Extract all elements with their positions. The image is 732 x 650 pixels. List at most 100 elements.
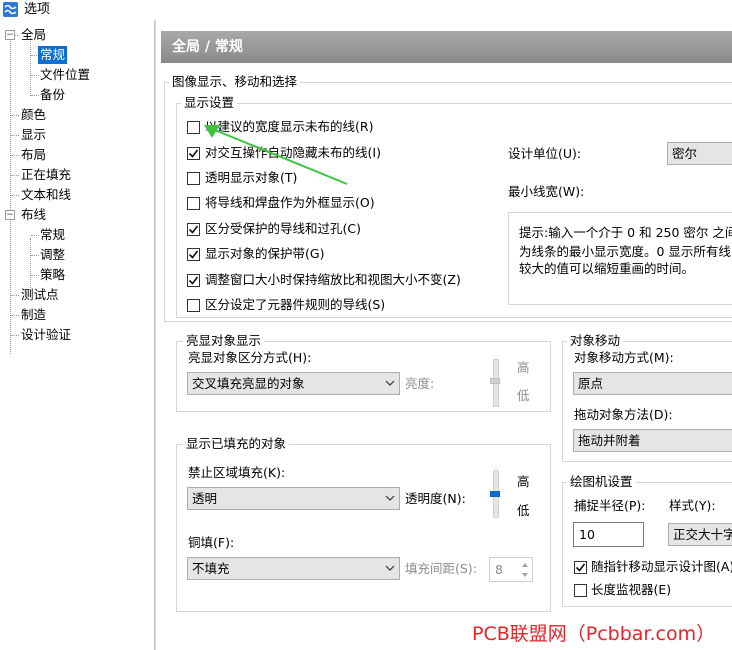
tree-label: 测试点	[21, 287, 59, 302]
area-fill-select[interactable]: 透明	[187, 487, 400, 510]
checkbox-protected-traces-vias[interactable]	[187, 223, 200, 236]
chevron-down-icon	[385, 495, 395, 501]
snap-radius-input[interactable]: 10	[573, 522, 644, 547]
window-title: 选项	[24, 2, 51, 17]
checkbox-component-rule-traces[interactable]	[187, 299, 200, 312]
checkbox-label: 调整窗口大小时保持缩放比和视图大小不变(Z)	[205, 272, 461, 287]
hint-line: 为线条的最小显示宽度。0 显示所有线的	[519, 244, 732, 259]
plotter-title: 绘图机设置	[567, 474, 636, 490]
watermark: PCB联盟网（Pcbbar.com）	[472, 623, 716, 645]
snap-radius-label: 捕捉半径(P):	[574, 498, 646, 513]
tree-label: 设计验证	[21, 327, 72, 342]
style-select[interactable]: 正交大十字	[668, 523, 732, 546]
checkbox-show-design-with-pointer[interactable]	[574, 561, 587, 574]
annotation-arrow-icon	[204, 125, 348, 185]
tree-label: 常规	[40, 227, 66, 242]
transparency-label: 透明度(N):	[405, 491, 466, 506]
checkbox-length-monitor[interactable]	[574, 584, 587, 597]
checkbox-label: 显示对象的保护带(G)	[205, 246, 325, 261]
design-unit-label: 设计单位(U):	[508, 146, 582, 161]
tree-connector	[10, 38, 11, 354]
tree-connector	[11, 175, 19, 176]
chevron-down-icon	[385, 565, 395, 571]
brightness-label: 亮度:	[405, 376, 435, 391]
tree-label: 文件位置	[40, 67, 91, 82]
checkbox-label: 区分设定了元器件规则的导线(S)	[205, 297, 386, 312]
tree-connector	[11, 115, 19, 116]
area-fill-label: 禁止区域填充(K):	[188, 465, 286, 480]
design-unit-select[interactable]: 密尔	[667, 142, 732, 165]
checkbox-label: 将导线和焊盘作为外框显示(O)	[205, 195, 375, 210]
tree-connector	[31, 75, 39, 76]
app-icon	[3, 2, 18, 17]
tree-label: 颜色	[21, 107, 47, 122]
hint-line: 较大的值可以缩短重画的时间。	[519, 261, 695, 276]
area-fill-value: 透明	[192, 491, 218, 506]
display-settings-title: 显示设置	[181, 95, 238, 111]
tree-label: 文本和线	[21, 187, 72, 202]
highlight-mode-select[interactable]: 交叉填充亮显的对象	[187, 372, 400, 395]
page-header	[161, 31, 732, 63]
tree-connector	[11, 295, 19, 296]
move-method-label: 对象移动方式(M):	[574, 350, 674, 365]
brightness-high-label: 高	[517, 360, 530, 375]
tree-connector	[31, 275, 39, 276]
collapse-icon[interactable]: −	[5, 30, 15, 40]
tree-connector	[11, 195, 19, 196]
tree-label: 策略	[40, 267, 66, 282]
slider-thumb-icon[interactable]	[490, 491, 500, 497]
drag-method-label: 拖动对象方法(D):	[574, 407, 673, 422]
tree-connector	[30, 38, 31, 96]
copper-fill-select[interactable]: 不填充	[187, 557, 400, 580]
chevron-down-icon	[385, 380, 395, 386]
tree-connector	[31, 255, 39, 256]
snap-radius-value: 10	[579, 527, 595, 542]
tree-connector	[11, 155, 19, 156]
min-line-width-label: 最小线宽(W):	[508, 184, 585, 199]
style-label: 样式(Y):	[669, 498, 716, 513]
tree-connector	[11, 135, 19, 136]
hint-box: 提示:输入一个介于 0 和 250 密尔 之间的 为线条的最小显示宽度。0 显示…	[508, 212, 732, 305]
drag-method-select[interactable]: 拖动并附着	[573, 429, 732, 452]
tree-connector	[31, 95, 39, 96]
highlight-mode-value: 交叉填充亮显的对象	[192, 376, 305, 391]
tree-label: 布线	[21, 207, 47, 222]
object-move-title: 对象移动	[567, 333, 624, 349]
page-title: 全局 / 常规	[172, 39, 243, 55]
options-tree[interactable]: − 全局 常规 文件位置 备份 颜色 显示 布局 正在填充 文本和线 − 布线 …	[0, 20, 155, 650]
title-bar: 选项	[0, 0, 732, 20]
collapse-icon[interactable]: −	[5, 210, 15, 220]
fill-spacing-label: 填充间距(S):	[405, 561, 477, 576]
fill-spacing-spinner[interactable]: 8	[489, 557, 533, 582]
drag-method-value: 拖动并附着	[578, 433, 641, 448]
design-unit-value: 密尔	[672, 146, 698, 161]
tree-connector	[11, 315, 19, 316]
highlight-title: 亮显对象显示	[183, 333, 265, 349]
brightness-low-label: 低	[517, 388, 530, 403]
copper-fill-label: 铜填(F):	[188, 535, 235, 550]
style-value: 正交大十字	[673, 527, 732, 542]
transparency-high-label: 高	[517, 474, 530, 489]
slider-thumb-icon[interactable]	[490, 378, 500, 384]
checkbox-guard-band[interactable]	[187, 248, 200, 261]
checkbox-label: 随指针移动显示设计图(A)	[591, 559, 732, 574]
tree-connector	[31, 235, 39, 236]
tree-label: 正在填充	[21, 167, 72, 182]
fill-spacing-value: 8	[495, 562, 503, 577]
tree-label: 常规	[38, 46, 68, 64]
checkbox-keep-zoom-on-resize[interactable]	[187, 274, 200, 287]
tree-label: 备份	[40, 87, 66, 102]
tree-label: 显示	[21, 127, 47, 142]
copper-fill-value: 不填充	[192, 561, 230, 576]
move-method-value: 原点	[578, 376, 604, 391]
tree-label: 全局	[21, 27, 47, 42]
checkbox-outline-traces-pads[interactable]	[187, 197, 200, 210]
checkbox-label: 区分受保护的导线和过孔(C)	[205, 221, 361, 236]
tree-label: 布局	[21, 147, 47, 162]
move-method-select[interactable]: 原点	[573, 372, 732, 395]
tree-label: 调整	[40, 247, 66, 262]
tree-connector	[11, 335, 19, 336]
transparency-low-label: 低	[517, 503, 530, 518]
spinner-arrows-icon[interactable]	[520, 560, 530, 580]
tree-label: 制造	[21, 307, 47, 322]
